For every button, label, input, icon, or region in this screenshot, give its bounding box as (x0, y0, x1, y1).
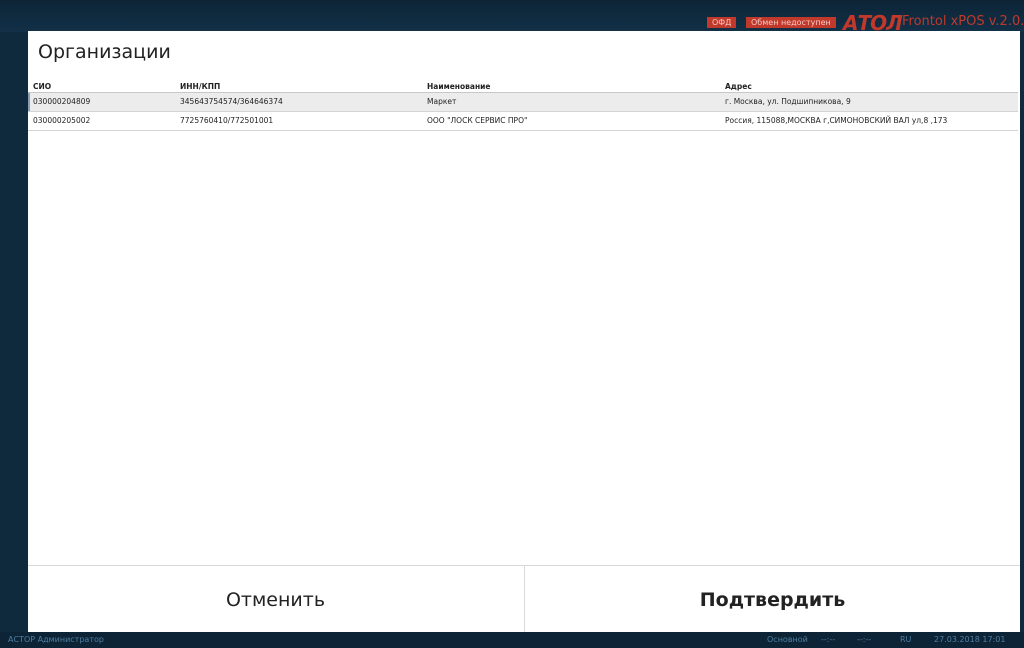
time-indicator-1: --:-- (821, 635, 836, 644)
dialog-buttons: Отменить Подтвердить (28, 565, 1020, 633)
cell-address: г. Москва, ул. Подшипникова, 9 (725, 97, 851, 106)
column-header-sio[interactable]: СИО (33, 82, 51, 92)
table-row[interactable]: 030000205002 7725760410/772501001 ООО "Л… (28, 112, 1018, 131)
time-indicator-2: --:-- (857, 635, 872, 644)
column-header-name[interactable]: Наименование (427, 82, 490, 92)
top-bar: ОФД Обмен недоступен АТОЛ Frontol xPOS v… (0, 0, 1024, 35)
language-indicator[interactable]: RU (900, 632, 911, 648)
cell-sio: 030000205002 (33, 116, 91, 125)
mode-label: Основной (767, 635, 808, 644)
column-header-inn-kpp[interactable]: ИНН/КПП (180, 82, 220, 92)
organizations-dialog: Организации СИО ИНН/КПП Наименование Адр… (28, 31, 1020, 633)
dialog-title: Организации (38, 41, 171, 63)
table-row[interactable]: 030000204809 345643754574/364646374 Марк… (28, 93, 1018, 112)
exchange-status-badge: Обмен недоступен (746, 17, 836, 28)
ofd-badge: ОФД (707, 17, 737, 28)
cell-inn-kpp: 345643754574/364646374 (180, 97, 283, 106)
app-name: Frontol xPOS v.2.0.0 (902, 14, 1024, 29)
organizations-table: СИО ИНН/КПП Наименование Адрес 030000204… (28, 82, 1018, 131)
table-header: СИО ИНН/КПП Наименование Адрес (28, 82, 1018, 93)
cancel-button[interactable]: Отменить (28, 566, 523, 633)
cell-name: Маркет (427, 97, 457, 106)
datetime: 27.03.2018 17:01 (934, 635, 1006, 644)
cell-address: Россия, 115088,МОСКВА г,СИМОНОВСКИЙ ВАЛ … (725, 116, 948, 125)
cell-sio: 030000204809 (33, 97, 91, 106)
atol-logo: АТОЛ (843, 11, 903, 35)
cell-inn-kpp: 7725760410/772501001 (180, 116, 274, 125)
current-user: АСТОР Администратор (8, 635, 104, 644)
cell-name: ООО "ЛОСК СЕРВИС ПРО" (427, 116, 528, 125)
confirm-button[interactable]: Подтвердить (524, 566, 1020, 633)
status-bar: АСТОР Администратор Основной --:-- --:--… (0, 632, 1024, 648)
column-header-address[interactable]: Адрес (725, 82, 752, 92)
